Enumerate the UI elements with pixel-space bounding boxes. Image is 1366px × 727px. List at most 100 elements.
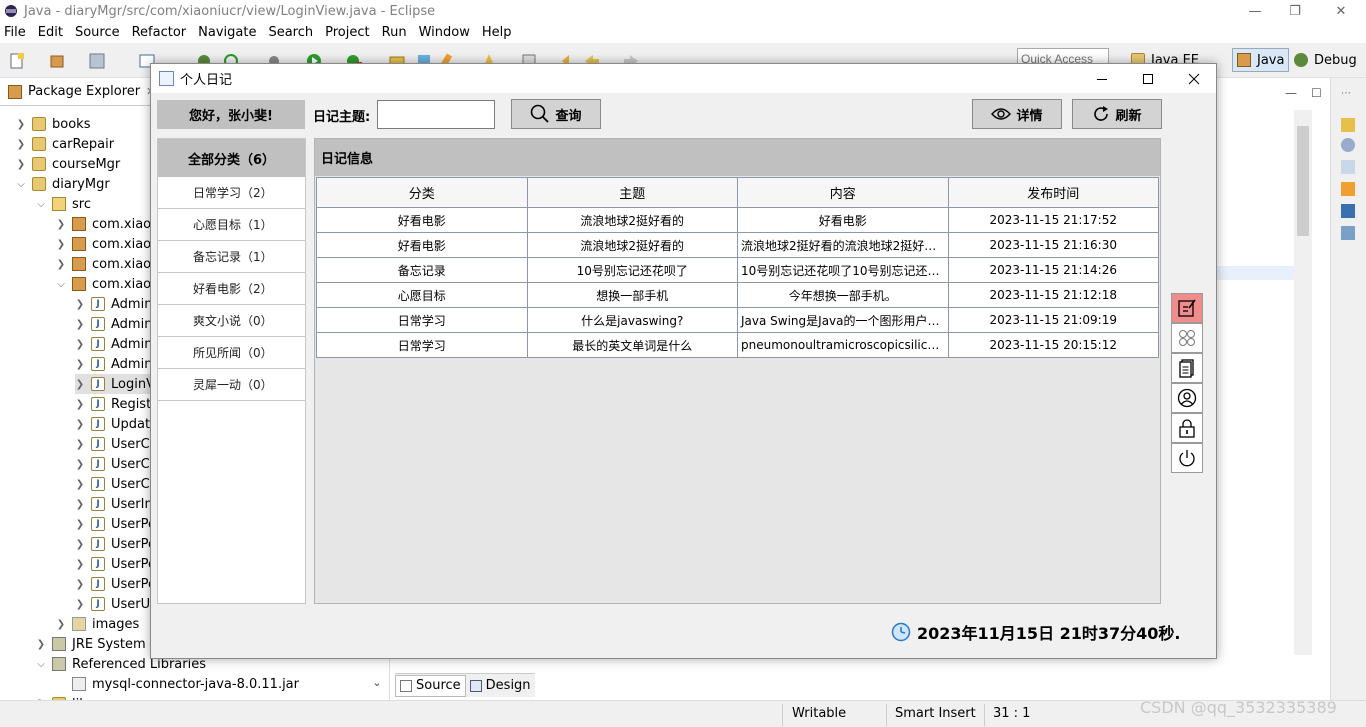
close-icon[interactable] [1171, 64, 1217, 93]
collapse-icon[interactable]: ⌵ [56, 279, 66, 290]
refresh-button[interactable]: 刷新 [1072, 99, 1162, 129]
close-icon[interactable]: ✕ [1326, 0, 1356, 22]
tab-design[interactable]: Design [466, 675, 535, 697]
expand-icon[interactable]: ❯ [56, 239, 66, 250]
table-row[interactable]: 心愿目标 想换一部手机 今年想换一部手机。 2023-11-15 21:12:18 [316, 282, 1159, 308]
declaration-icon[interactable] [1341, 182, 1355, 196]
collapse-icon[interactable]: ⌵ [36, 199, 46, 210]
expand-icon[interactable]: ❯ [56, 619, 66, 630]
column-header-publish-time[interactable]: 发布时间 [947, 177, 1159, 208]
category-item[interactable]: 心愿目标（1） [158, 209, 305, 241]
expand-icon[interactable]: ❯ [75, 479, 85, 490]
table-row[interactable]: 好看电影 流浪地球2挺好看的 好看电影 2023-11-15 21:17:52 [316, 207, 1159, 233]
menu-edit[interactable]: Edit [38, 25, 63, 40]
menu-window[interactable]: Window [419, 25, 470, 40]
table-row[interactable]: 备忘记录 10号别忘记还花呗了 10号别忘记还花呗了10号别忘记还花... 2023-… [316, 257, 1159, 283]
tree-item[interactable]: ❯ com.xiaoni [56, 214, 163, 234]
expand-icon[interactable]: ❯ [36, 639, 46, 650]
expand-icon[interactable]: ❯ [75, 359, 85, 370]
expand-icon[interactable]: ❯ [75, 499, 85, 510]
perspective-debug[interactable]: Debug [1290, 48, 1361, 72]
tree-item[interactable]: ❯ com.xiaoni [56, 254, 163, 274]
expand-icon[interactable]: ❯ [75, 379, 85, 390]
expand-icon[interactable]: ❯ [75, 399, 85, 410]
category-item[interactable]: 好看电影（2） [158, 273, 305, 305]
minimize-icon[interactable] [1079, 64, 1125, 93]
expand-icon[interactable]: ❯ [16, 139, 26, 150]
minimize-icon[interactable]: — [1240, 0, 1270, 22]
scroll-thumb[interactable] [1297, 126, 1309, 236]
expand-icon[interactable]: ❯ [75, 459, 85, 470]
tree-item[interactable]: ⌵ diaryMgr [16, 174, 109, 194]
table-row[interactable]: 好看电影 流浪地球2挺好看的 流浪地球2挺好看的流浪地球2挺好看... 2023-11… [316, 232, 1159, 258]
scroll-down-icon[interactable]: ⌄ [370, 676, 384, 696]
document-button[interactable] [1171, 353, 1203, 383]
table-row[interactable]: 日常学习 什么是javaswing? Java Swing是Java的一个图形用户界… [316, 307, 1159, 333]
expand-icon[interactable]: ❯ [75, 599, 85, 610]
tab-source[interactable]: Source [395, 674, 466, 697]
tree-item[interactable]: ❯ J UserInd [75, 494, 161, 514]
tree-item[interactable]: ❯ J AdminU [75, 334, 162, 354]
tree-item[interactable]: ❯ J AdminU [75, 314, 162, 334]
menu-help[interactable]: Help [482, 25, 512, 40]
expand-icon[interactable]: ❯ [16, 159, 26, 170]
table-row[interactable]: 日常学习 最长的英文单词是什么 pneumonoultramicroscopicsi… [316, 332, 1159, 358]
console-view-icon[interactable] [1341, 204, 1355, 218]
tree-item[interactable]: ⌵ com.xiaoni [56, 274, 163, 294]
category-all[interactable]: 全部分类（6） [158, 139, 305, 177]
user-button[interactable] [1171, 383, 1203, 413]
tree-item[interactable]: mysql-connector-java-8.0.11.jar [56, 674, 299, 694]
outline-icon[interactable] [1341, 118, 1355, 132]
expand-icon[interactable]: ❯ [56, 259, 66, 270]
expand-icon[interactable]: ❯ [75, 299, 85, 310]
power-button[interactable] [1171, 443, 1203, 473]
clover-button[interactable] [1171, 323, 1203, 353]
restore-icon[interactable]: ❐ [1280, 0, 1310, 22]
tree-item[interactable]: ❯ images [56, 614, 139, 634]
topic-search-input[interactable] [377, 100, 495, 129]
tree-item[interactable]: ❯ J Registe [75, 394, 159, 414]
progress-icon[interactable] [1341, 226, 1355, 240]
column-header-topic[interactable]: 主题 [526, 177, 738, 208]
expand-icon[interactable]: ❯ [75, 579, 85, 590]
query-button[interactable]: 查询 [511, 99, 601, 129]
new-package-icon[interactable] [48, 52, 66, 70]
expand-icon[interactable]: ❯ [75, 439, 85, 450]
menu-file[interactable]: File [4, 25, 26, 40]
edit-button[interactable] [1171, 293, 1203, 323]
expand-icon[interactable]: ❯ [75, 319, 85, 330]
tree-item[interactable]: ❯ carRepair [16, 134, 114, 154]
maximize-icon[interactable] [1125, 64, 1171, 93]
perspective-java[interactable]: Java [1232, 48, 1290, 72]
new-icon[interactable] [8, 52, 26, 70]
lock-button[interactable] [1171, 413, 1203, 443]
category-item[interactable]: 备忘记录（1） [158, 241, 305, 273]
tree-item[interactable]: ❯ com.xiaoni [56, 234, 163, 254]
save-icon[interactable] [88, 52, 106, 70]
menu-navigate[interactable]: Navigate [198, 25, 256, 40]
category-item[interactable]: 所见所闻（0） [158, 337, 305, 369]
menu-project[interactable]: Project [325, 25, 369, 40]
expand-icon[interactable]: ❯ [75, 419, 85, 430]
column-header-category[interactable]: 分类 [316, 177, 528, 208]
tree-item[interactable]: ❯ books [16, 114, 91, 134]
expand-icon[interactable]: ❯ [16, 119, 26, 130]
category-item[interactable]: 爽文小说（0） [158, 305, 305, 337]
tree-item[interactable]: ⌵ src [36, 194, 91, 214]
expand-icon[interactable]: ❯ [75, 339, 85, 350]
expand-icon[interactable]: ❯ [75, 539, 85, 550]
menu-search[interactable]: Search [268, 25, 313, 40]
view-menu-icon[interactable]: ⋯ [1341, 88, 1355, 102]
collapse-icon[interactable]: ⌵ [16, 179, 26, 190]
tree-item[interactable]: ❯ JRE System Lib [36, 634, 169, 654]
menu-refactor[interactable]: Refactor [132, 25, 187, 40]
javadoc-icon[interactable] [1341, 160, 1355, 174]
collapse-icon[interactable]: ⌵ [36, 659, 46, 670]
menu-source[interactable]: Source [75, 25, 120, 40]
tree-item[interactable]: ❯ J Update [75, 414, 158, 434]
expand-icon[interactable]: ❯ [75, 559, 85, 570]
detail-button[interactable]: 详情 [972, 99, 1062, 129]
column-header-content[interactable]: 内容 [737, 177, 949, 208]
tree-item[interactable]: ❯ J AdminU [75, 354, 162, 374]
category-item[interactable]: 灵犀一动（0） [158, 369, 305, 401]
